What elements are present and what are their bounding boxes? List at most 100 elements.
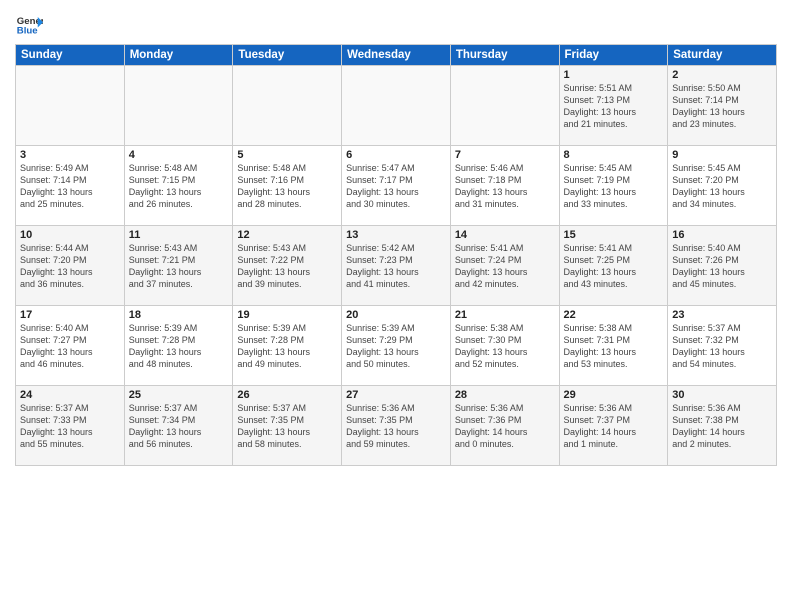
day-info: Sunrise: 5:41 AM Sunset: 7:25 PM Dayligh… — [564, 242, 664, 291]
day-number: 30 — [672, 389, 772, 401]
svg-text:Blue: Blue — [17, 26, 38, 37]
day-number: 4 — [129, 149, 229, 161]
day-info: Sunrise: 5:51 AM Sunset: 7:13 PM Dayligh… — [564, 82, 664, 131]
day-info: Sunrise: 5:39 AM Sunset: 7:28 PM Dayligh… — [129, 322, 229, 371]
calendar-cell: 12Sunrise: 5:43 AM Sunset: 7:22 PM Dayli… — [233, 226, 342, 306]
calendar-cell: 8Sunrise: 5:45 AM Sunset: 7:19 PM Daylig… — [559, 146, 668, 226]
day-number: 1 — [564, 69, 664, 81]
calendar-cell: 6Sunrise: 5:47 AM Sunset: 7:17 PM Daylig… — [342, 146, 451, 226]
calendar-cell: 1Sunrise: 5:51 AM Sunset: 7:13 PM Daylig… — [559, 66, 668, 146]
day-number: 16 — [672, 229, 772, 241]
calendar-page: General Blue SundayMondayTuesdayWednesda… — [0, 0, 792, 612]
day-number: 24 — [20, 389, 120, 401]
day-info: Sunrise: 5:45 AM Sunset: 7:19 PM Dayligh… — [564, 162, 664, 211]
weekday-header: Wednesday — [342, 45, 451, 66]
calendar-cell: 7Sunrise: 5:46 AM Sunset: 7:18 PM Daylig… — [450, 146, 559, 226]
calendar-cell: 28Sunrise: 5:36 AM Sunset: 7:36 PM Dayli… — [450, 386, 559, 466]
day-info: Sunrise: 5:45 AM Sunset: 7:20 PM Dayligh… — [672, 162, 772, 211]
day-number: 11 — [129, 229, 229, 241]
calendar-cell: 27Sunrise: 5:36 AM Sunset: 7:35 PM Dayli… — [342, 386, 451, 466]
day-number: 5 — [237, 149, 337, 161]
day-number: 22 — [564, 309, 664, 321]
calendar-header-row: SundayMondayTuesdayWednesdayThursdayFrid… — [16, 45, 777, 66]
day-number: 28 — [455, 389, 555, 401]
day-number: 26 — [237, 389, 337, 401]
calendar-cell: 19Sunrise: 5:39 AM Sunset: 7:28 PM Dayli… — [233, 306, 342, 386]
day-info: Sunrise: 5:49 AM Sunset: 7:14 PM Dayligh… — [20, 162, 120, 211]
day-info: Sunrise: 5:38 AM Sunset: 7:31 PM Dayligh… — [564, 322, 664, 371]
day-info: Sunrise: 5:38 AM Sunset: 7:30 PM Dayligh… — [455, 322, 555, 371]
calendar-cell: 18Sunrise: 5:39 AM Sunset: 7:28 PM Dayli… — [124, 306, 233, 386]
calendar-cell: 10Sunrise: 5:44 AM Sunset: 7:20 PM Dayli… — [16, 226, 125, 306]
day-info: Sunrise: 5:36 AM Sunset: 7:36 PM Dayligh… — [455, 402, 555, 451]
calendar-cell: 29Sunrise: 5:36 AM Sunset: 7:37 PM Dayli… — [559, 386, 668, 466]
calendar-cell — [16, 66, 125, 146]
day-info: Sunrise: 5:37 AM Sunset: 7:35 PM Dayligh… — [237, 402, 337, 451]
calendar-week-row: 1Sunrise: 5:51 AM Sunset: 7:13 PM Daylig… — [16, 66, 777, 146]
calendar-cell — [450, 66, 559, 146]
calendar-cell: 2Sunrise: 5:50 AM Sunset: 7:14 PM Daylig… — [668, 66, 777, 146]
calendar-cell: 23Sunrise: 5:37 AM Sunset: 7:32 PM Dayli… — [668, 306, 777, 386]
calendar-week-row: 17Sunrise: 5:40 AM Sunset: 7:27 PM Dayli… — [16, 306, 777, 386]
calendar-cell: 11Sunrise: 5:43 AM Sunset: 7:21 PM Dayli… — [124, 226, 233, 306]
calendar-cell: 15Sunrise: 5:41 AM Sunset: 7:25 PM Dayli… — [559, 226, 668, 306]
day-number: 15 — [564, 229, 664, 241]
day-info: Sunrise: 5:37 AM Sunset: 7:34 PM Dayligh… — [129, 402, 229, 451]
calendar-cell: 13Sunrise: 5:42 AM Sunset: 7:23 PM Dayli… — [342, 226, 451, 306]
logo-icon: General Blue — [15, 10, 43, 38]
day-info: Sunrise: 5:36 AM Sunset: 7:38 PM Dayligh… — [672, 402, 772, 451]
calendar-week-row: 24Sunrise: 5:37 AM Sunset: 7:33 PM Dayli… — [16, 386, 777, 466]
day-number: 20 — [346, 309, 446, 321]
day-number: 18 — [129, 309, 229, 321]
day-info: Sunrise: 5:37 AM Sunset: 7:33 PM Dayligh… — [20, 402, 120, 451]
weekday-header: Thursday — [450, 45, 559, 66]
calendar-cell: 20Sunrise: 5:39 AM Sunset: 7:29 PM Dayli… — [342, 306, 451, 386]
day-number: 2 — [672, 69, 772, 81]
logo: General Blue — [15, 10, 43, 38]
calendar-cell — [233, 66, 342, 146]
calendar-cell: 24Sunrise: 5:37 AM Sunset: 7:33 PM Dayli… — [16, 386, 125, 466]
calendar-cell: 5Sunrise: 5:48 AM Sunset: 7:16 PM Daylig… — [233, 146, 342, 226]
calendar-week-row: 10Sunrise: 5:44 AM Sunset: 7:20 PM Dayli… — [16, 226, 777, 306]
day-info: Sunrise: 5:36 AM Sunset: 7:35 PM Dayligh… — [346, 402, 446, 451]
weekday-header: Monday — [124, 45, 233, 66]
day-number: 13 — [346, 229, 446, 241]
calendar-cell: 17Sunrise: 5:40 AM Sunset: 7:27 PM Dayli… — [16, 306, 125, 386]
calendar-cell — [124, 66, 233, 146]
day-number: 7 — [455, 149, 555, 161]
day-number: 25 — [129, 389, 229, 401]
header: General Blue — [15, 10, 777, 38]
day-info: Sunrise: 5:36 AM Sunset: 7:37 PM Dayligh… — [564, 402, 664, 451]
day-number: 3 — [20, 149, 120, 161]
day-number: 12 — [237, 229, 337, 241]
day-number: 19 — [237, 309, 337, 321]
calendar-cell: 9Sunrise: 5:45 AM Sunset: 7:20 PM Daylig… — [668, 146, 777, 226]
day-number: 14 — [455, 229, 555, 241]
calendar-cell: 25Sunrise: 5:37 AM Sunset: 7:34 PM Dayli… — [124, 386, 233, 466]
calendar-cell: 16Sunrise: 5:40 AM Sunset: 7:26 PM Dayli… — [668, 226, 777, 306]
day-number: 8 — [564, 149, 664, 161]
day-number: 29 — [564, 389, 664, 401]
day-info: Sunrise: 5:46 AM Sunset: 7:18 PM Dayligh… — [455, 162, 555, 211]
day-info: Sunrise: 5:39 AM Sunset: 7:28 PM Dayligh… — [237, 322, 337, 371]
calendar-week-row: 3Sunrise: 5:49 AM Sunset: 7:14 PM Daylig… — [16, 146, 777, 226]
day-number: 17 — [20, 309, 120, 321]
day-number: 6 — [346, 149, 446, 161]
day-info: Sunrise: 5:42 AM Sunset: 7:23 PM Dayligh… — [346, 242, 446, 291]
day-info: Sunrise: 5:41 AM Sunset: 7:24 PM Dayligh… — [455, 242, 555, 291]
calendar-cell: 26Sunrise: 5:37 AM Sunset: 7:35 PM Dayli… — [233, 386, 342, 466]
calendar-cell: 4Sunrise: 5:48 AM Sunset: 7:15 PM Daylig… — [124, 146, 233, 226]
calendar-cell: 21Sunrise: 5:38 AM Sunset: 7:30 PM Dayli… — [450, 306, 559, 386]
day-info: Sunrise: 5:40 AM Sunset: 7:26 PM Dayligh… — [672, 242, 772, 291]
day-info: Sunrise: 5:48 AM Sunset: 7:16 PM Dayligh… — [237, 162, 337, 211]
weekday-header: Saturday — [668, 45, 777, 66]
day-info: Sunrise: 5:40 AM Sunset: 7:27 PM Dayligh… — [20, 322, 120, 371]
day-number: 10 — [20, 229, 120, 241]
day-number: 21 — [455, 309, 555, 321]
calendar-cell — [342, 66, 451, 146]
weekday-header: Tuesday — [233, 45, 342, 66]
calendar-cell: 14Sunrise: 5:41 AM Sunset: 7:24 PM Dayli… — [450, 226, 559, 306]
day-info: Sunrise: 5:43 AM Sunset: 7:22 PM Dayligh… — [237, 242, 337, 291]
calendar-table: SundayMondayTuesdayWednesdayThursdayFrid… — [15, 44, 777, 466]
day-number: 23 — [672, 309, 772, 321]
